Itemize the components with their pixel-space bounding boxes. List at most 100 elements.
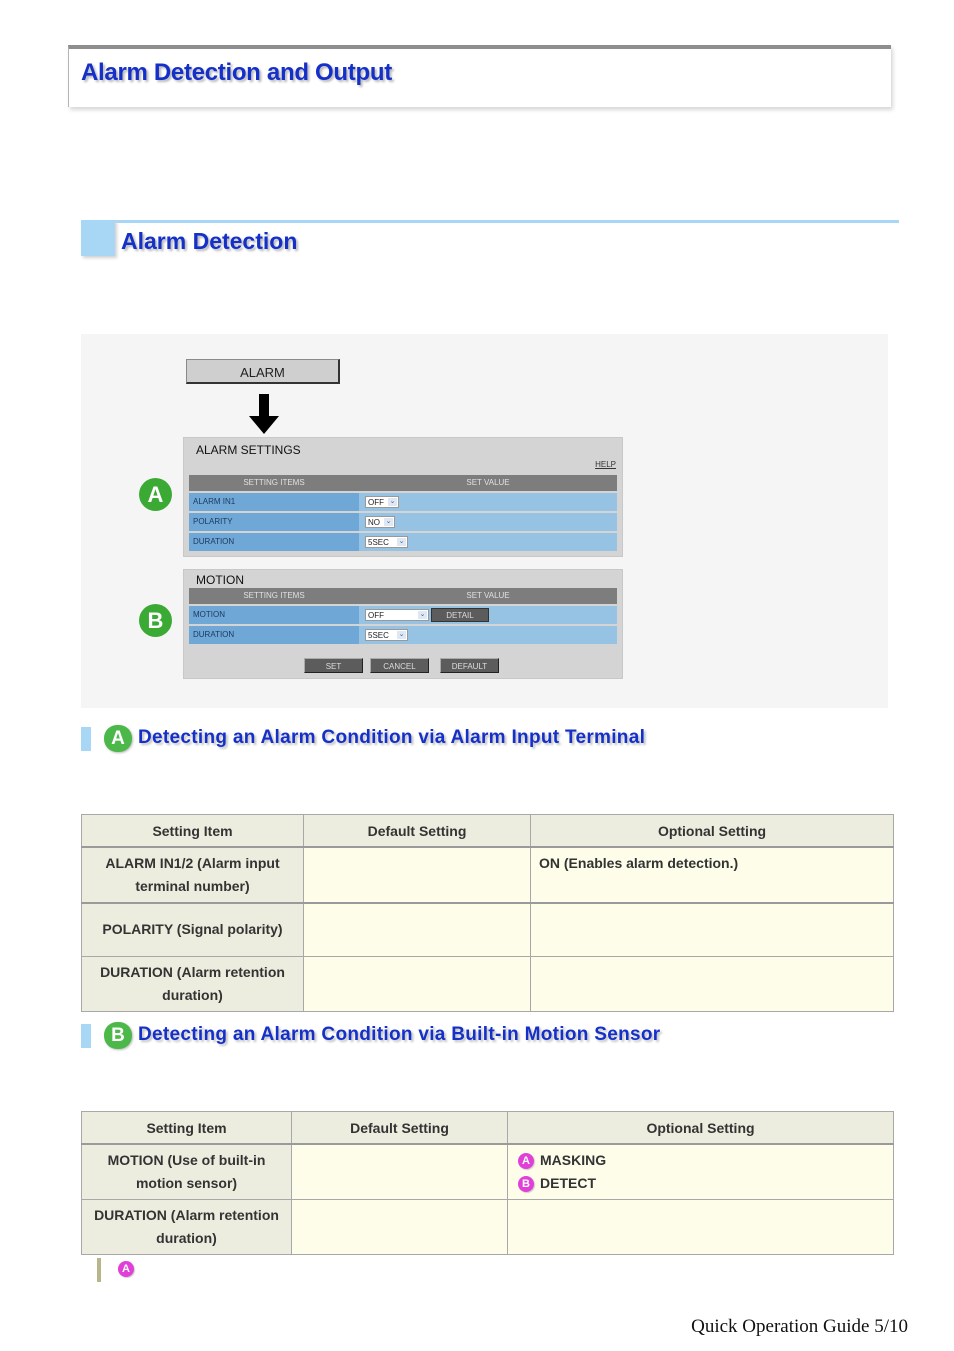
marker-b: B: [139, 604, 172, 637]
option-detect: B DETECT: [518, 1172, 885, 1195]
default-cell: [291, 1143, 508, 1200]
cancel-button[interactable]: CANCEL: [370, 658, 429, 673]
col-setting-items: SETTING ITEMS: [243, 478, 305, 487]
row-label: ALARM IN1: [189, 493, 359, 511]
grid-row-motion: MOTION OFF ⌄ DETAIL: [189, 606, 617, 624]
optional-cell: [530, 955, 894, 1012]
setting-item-cell: MOTION (Use of built-in motion sensor): [81, 1143, 292, 1200]
badge-a: A: [518, 1153, 534, 1170]
row-label: POLARITY: [189, 513, 359, 531]
table-row: POLARITY (Signal polarity): [81, 902, 894, 957]
table-header-row: Setting Item Default Setting Optional Se…: [81, 814, 894, 848]
chevron-down-icon: ⌄: [397, 538, 406, 546]
grid-header: SETTING ITEMS SET VALUE: [189, 588, 617, 604]
row-label: DURATION: [189, 626, 359, 644]
default-cell: [291, 1199, 508, 1255]
optional-cell: ON (Enables alarm detection.): [530, 846, 894, 904]
chevron-down-icon: ⌄: [397, 631, 406, 639]
col-set-value: SET VALUE: [466, 478, 510, 487]
motion-title: MOTION: [196, 573, 244, 587]
col-set-value: SET VALUE: [466, 591, 510, 600]
table-row: DURATION (Alarm retention duration): [81, 955, 894, 1012]
header-optional-setting: Optional Setting: [530, 814, 894, 848]
motion-select[interactable]: OFF ⌄: [365, 609, 429, 621]
select-value: 5SEC: [368, 538, 389, 547]
subsection-bar: [81, 727, 91, 751]
option-label: MASKING: [540, 1152, 607, 1168]
grid-row-duration: DURATION 5SEC ⌄: [189, 626, 617, 644]
help-link[interactable]: HELP: [595, 460, 616, 469]
motion-sensor-table: Setting Item Default Setting Optional Se…: [81, 1111, 894, 1255]
table-row: MOTION (Use of built-in motion sensor) A…: [81, 1143, 894, 1200]
select-value: NO: [368, 518, 380, 527]
col-setting-items: SETTING ITEMS: [243, 591, 305, 600]
chevron-down-icon: ⌄: [418, 611, 427, 619]
chevron-down-icon: ⌄: [384, 518, 393, 526]
page-footer: Quick Operation Guide 5/10: [691, 1316, 908, 1337]
set-button[interactable]: SET: [304, 658, 363, 673]
default-button[interactable]: DEFAULT: [440, 658, 499, 673]
row-label: DURATION: [189, 533, 359, 551]
option-masking: A MASKING: [518, 1149, 885, 1172]
arrow-down-icon: [249, 394, 279, 434]
motion-settings-box: MOTION SETTING ITEMS SET VALUE MOTION OF…: [183, 569, 623, 679]
setting-item-cell: DURATION (Alarm retention duration): [81, 1199, 292, 1255]
table-header-row: Setting Item Default Setting Optional Se…: [81, 1111, 894, 1145]
header-default-setting: Default Setting: [303, 814, 531, 848]
header-default-setting: Default Setting: [291, 1111, 508, 1145]
select-value: 5SEC: [368, 631, 389, 640]
table-row: ALARM IN1/2 (Alarm input terminal number…: [81, 846, 894, 904]
motion-settings-grid: SETTING ITEMS SET VALUE MOTION OFF ⌄ DETA…: [189, 588, 617, 644]
subsection-a-header: A Detecting an Alarm Condition via Alarm…: [81, 724, 721, 754]
optional-cell: [507, 1199, 894, 1255]
default-cell: [303, 846, 531, 904]
badge-b: B: [104, 1022, 132, 1049]
chevron-down-icon: ⌄: [388, 498, 397, 506]
header-setting-item: Setting Item: [81, 814, 304, 848]
select-value: OFF: [368, 498, 384, 507]
optional-cell: A MASKING B DETECT: [507, 1143, 894, 1200]
grid-row-duration: DURATION 5SEC ⌄: [189, 533, 617, 551]
section-header: Alarm Detection: [81, 220, 899, 259]
header-optional-setting: Optional Setting: [507, 1111, 894, 1145]
section-header-block: [81, 220, 115, 256]
row-label: MOTION: [189, 606, 359, 624]
option-label: DETECT: [540, 1175, 596, 1191]
duration-select[interactable]: 5SEC ⌄: [365, 536, 408, 548]
badge-b: B: [518, 1176, 534, 1193]
setting-item-cell: ALARM IN1/2 (Alarm input terminal number…: [81, 846, 304, 904]
optional-cell: [530, 902, 894, 957]
polarity-select[interactable]: NO ⌄: [365, 516, 395, 528]
subsection-b-header: B Detecting an Alarm Condition via Built…: [81, 1021, 721, 1051]
page-title-banner: Alarm Detection and Output: [68, 45, 891, 107]
subsection-a-title: Detecting an Alarm Condition via Alarm I…: [138, 727, 646, 748]
table-row: DURATION (Alarm retention duration): [81, 1199, 894, 1255]
form-buttons: SET CANCEL DEFAULT: [184, 658, 622, 674]
alarm-button[interactable]: ALARM: [186, 359, 340, 384]
subsection-b-title: Detecting an Alarm Condition via Built-i…: [138, 1024, 661, 1045]
setting-item-cell: POLARITY (Signal polarity): [81, 902, 304, 957]
default-cell: [303, 902, 531, 957]
alarm-settings-grid: SETTING ITEMS SET VALUE ALARM IN1 OFF ⌄ P…: [189, 475, 617, 551]
alarm-input-table: Setting Item Default Setting Optional Se…: [81, 814, 894, 1012]
alarm-in1-select[interactable]: OFF ⌄: [365, 496, 399, 508]
badge-a: A: [118, 1261, 134, 1277]
ui-screenshot-panel: ALARM A B ALARM SETTINGS HELP SETTING IT…: [81, 334, 888, 708]
alarm-settings-title: ALARM SETTINGS: [196, 443, 301, 457]
grid-row-polarity: POLARITY NO ⌄: [189, 513, 617, 531]
grid-header: SETTING ITEMS SET VALUE: [189, 475, 617, 491]
setting-item-cell: DURATION (Alarm retention duration): [81, 955, 304, 1012]
default-cell: [303, 955, 531, 1012]
header-setting-item: Setting Item: [81, 1111, 292, 1145]
badge-a: A: [104, 725, 132, 752]
grid-row-alarm-in1: ALARM IN1 OFF ⌄: [189, 493, 617, 511]
section-title: Alarm Detection: [121, 228, 298, 254]
subsection-bar: [81, 1024, 91, 1048]
note-bar: [97, 1258, 101, 1282]
detail-button[interactable]: DETAIL: [431, 608, 489, 622]
marker-a: A: [139, 478, 172, 511]
select-value: OFF: [368, 611, 384, 620]
motion-duration-select[interactable]: 5SEC ⌄: [365, 629, 408, 641]
alarm-settings-box: ALARM SETTINGS HELP SETTING ITEMS SET VA…: [183, 437, 623, 557]
page-title: Alarm Detection and Output: [81, 59, 392, 86]
